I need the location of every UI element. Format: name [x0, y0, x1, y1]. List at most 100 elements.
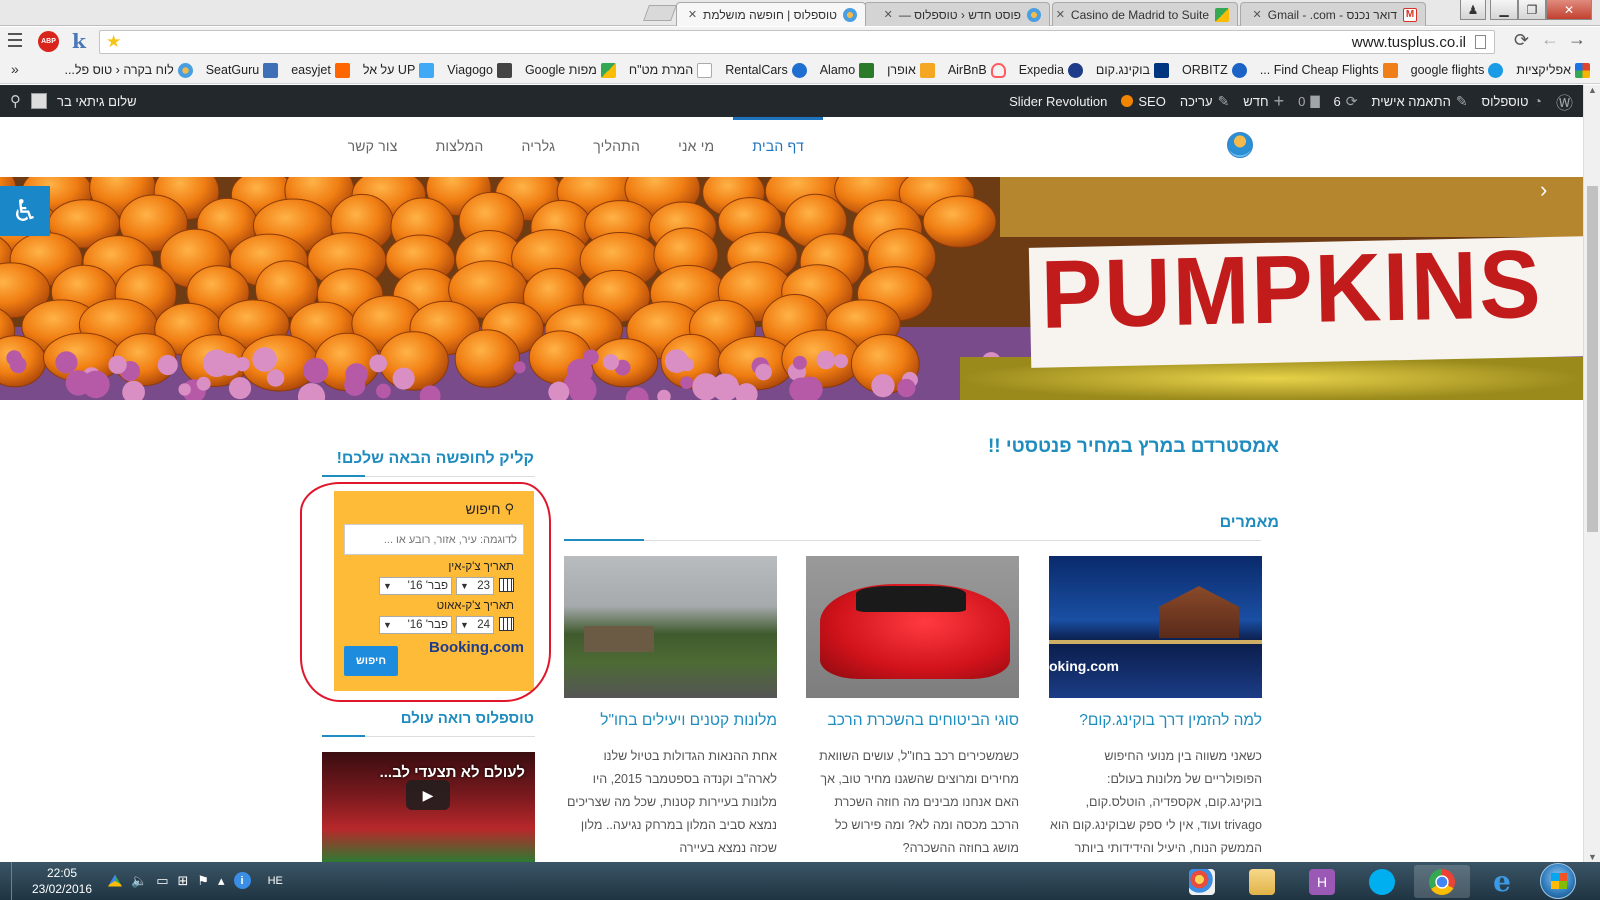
- nav-about[interactable]: מי אני: [659, 117, 733, 177]
- bookmark-google-flights[interactable]: google flights: [1411, 62, 1504, 78]
- nav-testimonials[interactable]: המלצות: [417, 117, 503, 177]
- accessibility-button[interactable]: ♿: [0, 186, 50, 236]
- taskbar-explorer[interactable]: [1234, 865, 1290, 898]
- comments-menu[interactable]: ▇ 0: [1298, 94, 1319, 109]
- bookmarks-overflow-icon[interactable]: »: [11, 61, 19, 77]
- bookmark-seatguru[interactable]: SeatGuru: [206, 62, 279, 78]
- wp-logo-menu[interactable]: Ⓦ: [1556, 89, 1573, 114]
- bookmark-dashboard[interactable]: לוח בקרה ‹ טוס פל...: [64, 62, 193, 78]
- windows-icon[interactable]: ⊞: [177, 873, 188, 889]
- calendar-icon[interactable]: [499, 617, 514, 631]
- seo-menu[interactable]: SEO: [1121, 94, 1166, 109]
- next-slide-icon[interactable]: ›: [1540, 177, 1547, 203]
- nav-gallery[interactable]: גלריה: [502, 117, 574, 177]
- close-icon[interactable]: ✕: [688, 8, 697, 21]
- checkout-day-select[interactable]: 24 ▼: [456, 616, 494, 634]
- close-icon[interactable]: ✕: [884, 8, 893, 21]
- bookmark-booking[interactable]: בוקינג.קום: [1096, 62, 1169, 78]
- forward-icon[interactable]: ←: [1541, 29, 1559, 50]
- bookmark-alamo[interactable]: Alamo: [820, 62, 875, 78]
- post-image-car[interactable]: [806, 556, 1019, 698]
- address-bar[interactable]: ★ www.tusplus.co.il: [99, 30, 1495, 54]
- new-tab-button[interactable]: [643, 5, 677, 21]
- page-scrollbar[interactable]: ▲ ▼: [1583, 85, 1600, 862]
- wheelchair-icon: ♿: [11, 194, 39, 228]
- featured-headline[interactable]: אמסטרדם במרץ במחיר פנטסטי !!: [988, 436, 1279, 458]
- adblock-icon[interactable]: ABP: [38, 31, 59, 52]
- video-title[interactable]: לעולם לא תצעדי לב...: [380, 764, 525, 781]
- tab-tusplus[interactable]: טוספלוס | חופשה מושלמת ✕: [676, 2, 866, 26]
- show-hidden-icons[interactable]: ▴: [218, 873, 225, 889]
- post-title[interactable]: למה להזמין דרך בוקינג.קום?: [1049, 712, 1262, 730]
- info-icon[interactable]: i: [233, 872, 251, 889]
- post-title[interactable]: סוגי הביטוחים בהשכרת הרכב: [806, 712, 1019, 730]
- display-icon[interactable]: ▭: [156, 873, 168, 889]
- bookmark-star-icon[interactable]: ★: [106, 32, 121, 52]
- calendar-icon[interactable]: [499, 578, 514, 592]
- destination-input[interactable]: [344, 524, 524, 555]
- post-image-booking[interactable]: oking.com: [1049, 556, 1262, 698]
- play-button[interactable]: ▶: [406, 780, 450, 810]
- customize-menu[interactable]: ✎ התאמה אישית: [1372, 93, 1468, 110]
- taskbar-ie[interactable]: e: [1474, 865, 1530, 898]
- booking-search-button[interactable]: חיפוש: [344, 646, 398, 676]
- taskbar-clock[interactable]: 22:05 23/02/2016: [22, 865, 102, 897]
- bookmark-google-maps[interactable]: מפות Google: [525, 62, 616, 78]
- taskbar-h-app[interactable]: H: [1294, 865, 1350, 898]
- bookmark-find-cheap-flights[interactable]: Find Cheap Flights ...: [1260, 62, 1398, 78]
- flag-icon[interactable]: ⚑: [197, 873, 209, 889]
- video-embed[interactable]: לעולם לא תצעדי לב... ▶: [322, 752, 535, 862]
- close-icon[interactable]: ✕: [1056, 8, 1065, 21]
- back-icon[interactable]: →: [1568, 29, 1586, 50]
- user-icon[interactable]: ♟: [1460, 0, 1486, 20]
- tab-gmail[interactable]: M דואר נכנס - Gmail - .com ✕: [1240, 2, 1426, 26]
- post-title[interactable]: מלונות קטנים ויעילים בחו"ל: [564, 712, 777, 730]
- taskbar-chrome[interactable]: [1414, 865, 1470, 898]
- volume-icon[interactable]: 🔈: [131, 873, 147, 889]
- bookmark-expedia[interactable]: Expedia: [1019, 62, 1083, 78]
- taskbar-skype[interactable]: [1354, 865, 1410, 898]
- checkin-month-select[interactable]: פבר' 16' ▼: [379, 577, 452, 595]
- google-drive-icon[interactable]: [108, 874, 122, 887]
- admin-greeting[interactable]: שלום גיתאי בר: [57, 94, 137, 109]
- scroll-down-icon[interactable]: ▼: [1588, 852, 1597, 862]
- minimize-button[interactable]: ▁: [1490, 0, 1518, 20]
- reload-icon[interactable]: ⟳: [1514, 30, 1529, 51]
- scrollbar-thumb[interactable]: [1587, 186, 1598, 532]
- checkout-month-select[interactable]: פבר' 16' ▼: [379, 616, 452, 634]
- tab-casino[interactable]: Casino de Madrid to Suite ✕: [1052, 2, 1238, 26]
- search-icon[interactable]: ⚲: [10, 92, 21, 110]
- slider-revolution-menu[interactable]: Slider Revolution: [1009, 94, 1107, 109]
- edit-menu[interactable]: ✎ עריכה: [1180, 93, 1229, 110]
- site-name-menu[interactable]: ◔ טוספלוס: [1482, 93, 1542, 109]
- bookmark-orbitz[interactable]: ORBITZ: [1182, 62, 1247, 78]
- bookmark-currency[interactable]: המרת מט"ח: [629, 62, 713, 78]
- post-image-hotel[interactable]: [564, 556, 777, 698]
- nav-home[interactable]: דף הבית: [733, 117, 823, 177]
- bookmark-apps[interactable]: אפליקציות: [1516, 62, 1590, 78]
- tab-new-post[interactable]: פוסט חדש ‹ טוספלוס — ✕: [864, 2, 1050, 26]
- bookmark-ofran[interactable]: אופרן: [887, 62, 935, 78]
- updates-menu[interactable]: ⟳ 6: [1334, 93, 1358, 110]
- taskbar-paint[interactable]: [1174, 865, 1230, 898]
- new-content-menu[interactable]: + חדש: [1243, 91, 1284, 112]
- klout-icon[interactable]: k: [72, 29, 86, 53]
- show-desktop-button[interactable]: [0, 862, 12, 900]
- bookmark-rentalcars[interactable]: RentalCars: [725, 62, 807, 78]
- nav-contact[interactable]: צור קשר: [329, 117, 417, 177]
- restore-button[interactable]: ❐: [1518, 0, 1546, 20]
- scroll-up-icon[interactable]: ▲: [1588, 85, 1597, 95]
- checkin-day-select[interactable]: 23 ▼: [456, 577, 494, 595]
- language-indicator[interactable]: HE: [268, 875, 283, 887]
- site-logo[interactable]: [1227, 132, 1253, 158]
- bookmark-up[interactable]: UP על אל: [363, 62, 435, 78]
- bookmark-easyjet[interactable]: easyjet: [291, 62, 350, 78]
- nav-process[interactable]: התהליך: [574, 117, 659, 177]
- menu-icon[interactable]: [8, 33, 22, 47]
- bookmark-airbnb[interactable]: AirBnB: [948, 62, 1006, 78]
- window-close-button[interactable]: ✕: [1546, 0, 1592, 20]
- bookmark-viagogo[interactable]: Viagogo: [447, 62, 512, 78]
- start-button[interactable]: [1540, 863, 1576, 899]
- avatar[interactable]: [31, 93, 47, 109]
- close-icon[interactable]: ✕: [1253, 8, 1262, 21]
